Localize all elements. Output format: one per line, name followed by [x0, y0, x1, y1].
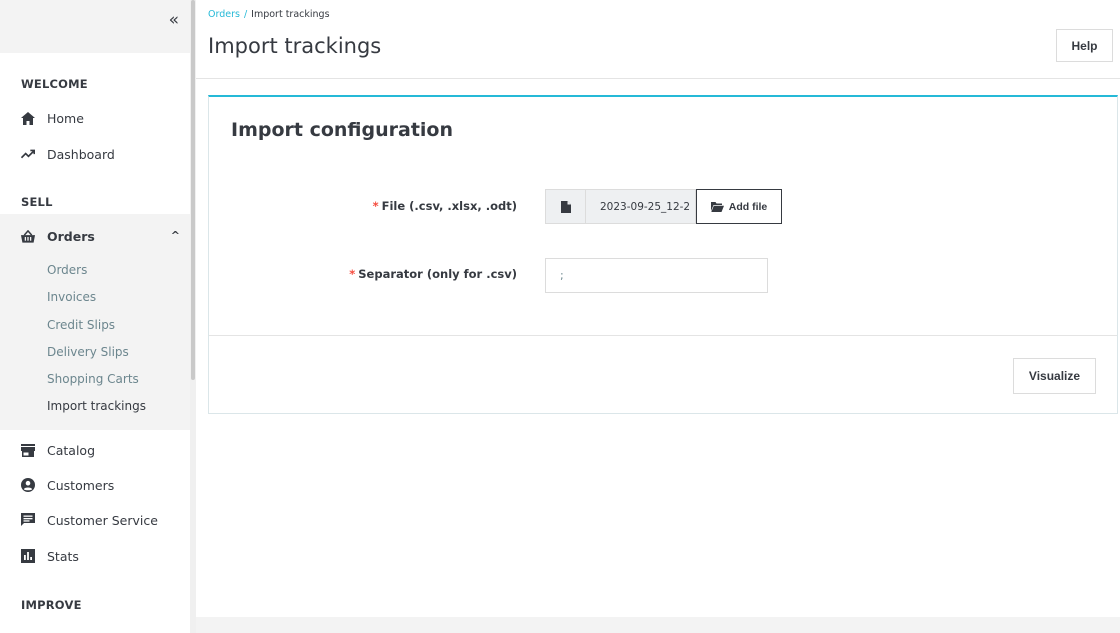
page-title: Import trackings	[208, 34, 382, 58]
sidebar-item-orders[interactable]: Orders ^	[0, 224, 190, 248]
help-button[interactable]: Help	[1056, 29, 1113, 62]
sidebar-item-label: Customers	[47, 477, 115, 493]
store-icon	[21, 443, 35, 457]
chat-icon	[21, 513, 35, 527]
file-icon	[545, 189, 586, 224]
file-name-display[interactable]: 2023-09-25_12-2	[586, 189, 696, 224]
header-divider	[196, 78, 1120, 79]
chevron-up-icon[interactable]: ^	[171, 229, 180, 242]
sidebar-subitem-orders[interactable]: Orders	[47, 263, 87, 277]
breadcrumb-current: Import trackings	[251, 9, 330, 20]
sidebar-subitem-import-trackings[interactable]: Import trackings	[47, 399, 146, 413]
card-footer-divider	[209, 335, 1117, 336]
add-file-label: Add file	[728, 200, 768, 213]
sidebar-item-label: Stats	[47, 548, 79, 564]
sidebar-subitem-credit-slips[interactable]: Credit Slips	[47, 318, 115, 332]
sidebar-item-customers[interactable]: Customers	[0, 473, 190, 497]
separator-field-label: * Separator (only for .csv)	[349, 267, 517, 281]
partial-nav-icon	[24, 628, 32, 633]
sidebar-item-label: Home	[47, 110, 84, 126]
account-circle-icon	[21, 478, 35, 492]
page-footer-band	[196, 617, 1120, 633]
sidebar-scrollbar-thumb[interactable]	[191, 0, 195, 380]
folder-open-icon	[710, 201, 724, 212]
visualize-button[interactable]: Visualize	[1013, 358, 1096, 394]
sidebar-header: «	[0, 0, 195, 53]
sidebar-item-catalog[interactable]: Catalog	[0, 438, 190, 462]
trending-up-icon	[21, 147, 35, 161]
section-title-improve: IMPROVE	[21, 598, 82, 612]
sidebar-item-label: Dashboard	[47, 146, 115, 162]
breadcrumb: Orders / Import trackings	[208, 9, 330, 20]
breadcrumb-link-orders[interactable]: Orders	[208, 9, 240, 20]
card-title: Import configuration	[231, 119, 454, 141]
sidebar-item-label: Orders	[47, 228, 95, 244]
sidebar-orders-group: Orders ^ Orders Invoices Credit Slips De…	[0, 214, 190, 430]
sidebar-subitem-delivery-slips[interactable]: Delivery Slips	[47, 345, 129, 359]
file-field-label-text: File (.csv, .xlsx, .odt)	[381, 199, 517, 213]
file-field-label: * File (.csv, .xlsx, .odt)	[373, 199, 517, 213]
sidebar-item-customer-service[interactable]: Customer Service	[0, 508, 190, 532]
breadcrumb-separator: /	[243, 9, 248, 20]
required-mark: *	[349, 267, 356, 281]
section-title-sell: SELL	[21, 195, 53, 209]
sidebar-item-dashboard[interactable]: Dashboard	[0, 142, 190, 166]
file-upload-group: 2023-09-25_12-2 Add file	[545, 189, 782, 224]
home-icon	[21, 111, 35, 125]
collapse-sidebar-icon[interactable]: «	[169, 10, 179, 30]
add-file-button[interactable]: Add file	[696, 189, 782, 224]
sidebar-subitem-invoices[interactable]: Invoices	[47, 290, 96, 304]
bar-chart-icon	[21, 549, 35, 563]
sidebar-item-label: Catalog	[47, 442, 96, 458]
separator-field-label-text: Separator (only for .csv)	[358, 267, 517, 281]
separator-input[interactable]	[545, 258, 768, 293]
sidebar-item-stats[interactable]: Stats	[0, 544, 190, 568]
sidebar: « WELCOME Home Dashboard SELL Orders ^ O…	[0, 0, 196, 633]
sidebar-item-label: Customer Service	[47, 512, 158, 528]
import-configuration-card: Import configuration * File (.csv, .xlsx,…	[208, 95, 1118, 414]
required-mark: *	[372, 199, 379, 213]
sidebar-subitem-shopping-carts[interactable]: Shopping Carts	[47, 372, 139, 386]
section-title-welcome: WELCOME	[21, 77, 88, 91]
sidebar-item-home[interactable]: Home	[0, 106, 190, 130]
shopping-basket-icon	[21, 229, 35, 243]
